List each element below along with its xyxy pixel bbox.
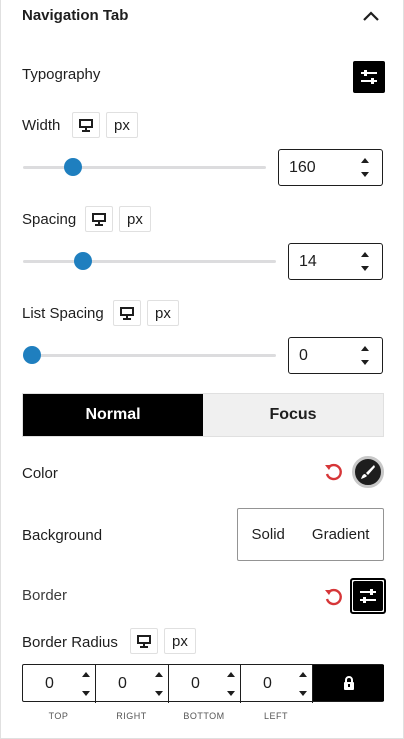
increment-icon[interactable] [81,670,91,678]
decrement-icon[interactable] [360,265,370,273]
decrement-icon[interactable] [154,690,164,698]
desktop-icon [120,307,134,320]
increment-icon[interactable] [360,156,370,164]
background-option-gradient[interactable]: Gradient [312,526,370,543]
border-radius-bottom-label: BOTTOM [183,711,225,721]
border-radius-inputs: 0 0 0 0 [22,664,384,703]
border-radius-top-value: 0 [45,675,54,692]
spacing-slider-thumb[interactable] [73,252,92,270]
background-label: Background [22,527,103,544]
decrement-icon[interactable] [226,690,236,698]
desktop-icon [79,119,93,132]
border-radius-label: Border Radius [22,634,118,651]
spacing-number-input[interactable]: 14 [288,243,383,280]
tab-normal[interactable]: Normal [23,394,203,436]
width-unit-button[interactable]: px [106,112,138,138]
increment-icon[interactable] [360,344,370,352]
background-type-toggle: Solid Gradient [237,508,384,561]
decrement-icon[interactable] [360,171,370,179]
state-tabs: Normal Focus [22,393,384,437]
desktop-icon [137,635,151,648]
width-number-input[interactable]: 160 [278,149,383,186]
list-spacing-label: List Spacing [22,305,104,322]
reset-icon [325,463,342,481]
panel-title: Navigation Tab [22,7,129,24]
collapse-button[interactable] [362,9,380,27]
brush-icon [361,465,375,479]
border-settings-inner [353,581,383,611]
width-slider-track[interactable] [23,166,266,169]
list-spacing-value: 0 [299,347,308,364]
decrement-icon[interactable] [81,690,91,698]
width-device-button[interactable] [72,112,100,138]
lock-icon [343,676,354,690]
list-spacing-number-input[interactable]: 0 [288,337,383,374]
decrement-icon[interactable] [298,690,308,698]
tab-focus[interactable]: Focus [203,394,383,436]
desktop-icon [92,213,106,226]
border-radius-left-label: LEFT [263,711,288,721]
sliders-icon [360,589,376,603]
color-reset-button[interactable] [323,462,343,487]
border-radius-bottom-input[interactable]: 0 [169,665,241,703]
increment-icon[interactable] [226,670,236,678]
list-spacing-device-button[interactable] [113,300,141,326]
border-radius-top-label: TOP [48,711,69,721]
list-spacing-unit-button[interactable]: px [147,300,179,326]
border-radius-link-button[interactable] [313,665,384,701]
border-radius-right-value: 0 [118,675,127,692]
width-value: 160 [289,159,316,176]
background-option-solid[interactable]: Solid [252,526,285,543]
typography-settings-button[interactable] [353,61,385,93]
border-label: Border [22,587,68,604]
typography-label: Typography [22,66,101,83]
color-picker-button[interactable] [352,456,384,488]
increment-icon[interactable] [154,670,164,678]
list-spacing-slider-track[interactable] [23,354,276,357]
spacing-label: Spacing [22,211,77,228]
list-spacing-slider-thumb[interactable] [23,346,41,364]
chevron-up-icon [363,11,379,21]
border-radius-unit-button[interactable]: px [164,628,196,654]
color-label: Color [22,465,58,482]
reset-icon [325,588,342,606]
border-radius-left-input[interactable]: 0 [241,665,313,703]
spacing-slider-track[interactable] [23,260,276,263]
border-radius-device-button[interactable] [130,628,158,654]
increment-icon[interactable] [298,670,308,678]
border-radius-right-label: RIGHT [116,711,147,721]
border-radius-left-value: 0 [263,675,272,692]
border-reset-button[interactable] [323,587,343,612]
border-settings-button[interactable] [350,578,386,614]
border-radius-right-input[interactable]: 0 [96,665,169,703]
spacing-unit-button[interactable]: px [119,206,151,232]
border-radius-top-input[interactable]: 0 [23,665,96,703]
width-slider-thumb[interactable] [64,158,83,176]
border-radius-bottom-value: 0 [191,675,200,692]
spacing-value: 14 [299,253,317,270]
width-label: Width [22,117,61,134]
sliders-icon [361,70,377,84]
decrement-icon[interactable] [360,359,370,367]
navigation-tab-panel: Navigation Tab Typography Width px 160 S… [0,0,404,739]
increment-icon[interactable] [360,250,370,258]
spacing-device-button[interactable] [85,206,113,232]
